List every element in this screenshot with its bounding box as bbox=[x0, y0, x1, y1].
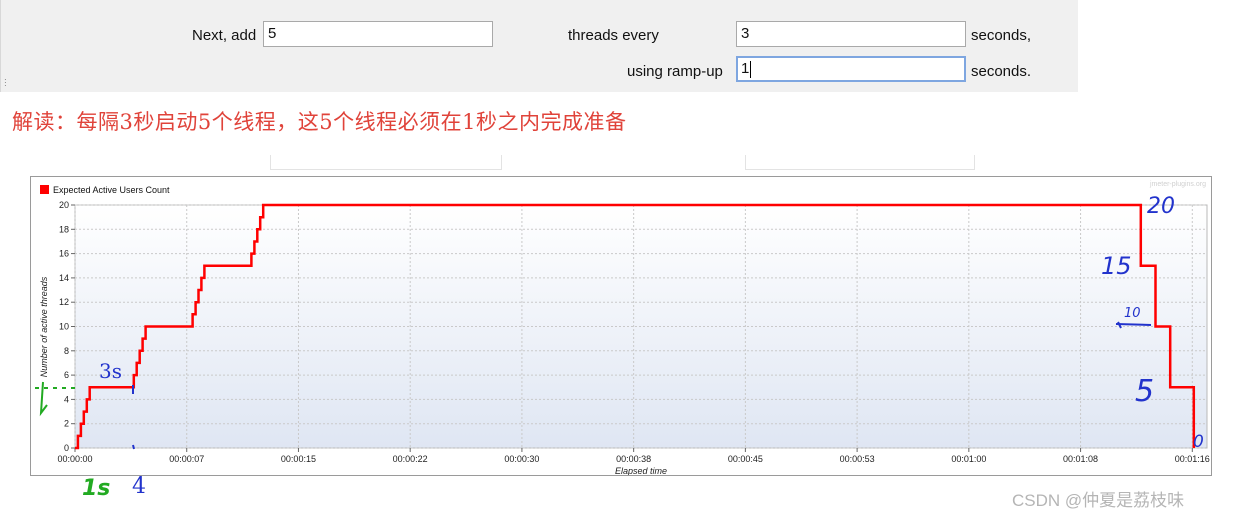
y-tick-label: 14 bbox=[59, 273, 69, 283]
resize-grip-icon[interactable]: · · · bbox=[4, 76, 7, 90]
x-tick-label: 00:00:00 bbox=[57, 454, 92, 464]
ramp-up-input[interactable]: 1 bbox=[736, 56, 966, 82]
underlying-field-edge bbox=[745, 155, 975, 170]
thread-schedule-panel: Next, add 5 threads every 3 seconds, usi… bbox=[0, 0, 1078, 92]
x-tick-label: 00:00:30 bbox=[504, 454, 539, 464]
active-threads-chart: 0 2 4 6 8 10 12 14 16 18 20 00:00:00 00:00:07 00:00:… bbox=[30, 176, 1212, 476]
handwritten-0: 0 bbox=[1193, 432, 1204, 452]
y-tick-label: 4 bbox=[64, 394, 69, 404]
y-tick-label: 12 bbox=[59, 297, 69, 307]
handwritten-3s: 3s bbox=[99, 359, 122, 383]
threads-every-label: threads every bbox=[568, 27, 659, 44]
source-mark: jmeter-plugins.org bbox=[1149, 181, 1206, 188]
next-add-label: Next, add bbox=[192, 27, 257, 44]
handwriting-green bbox=[35, 381, 79, 417]
y-tick-label: 8 bbox=[64, 346, 69, 356]
text-caret bbox=[750, 60, 752, 78]
x-tick-label: 00:00:53 bbox=[840, 454, 875, 464]
handwritten-15: 15 bbox=[1101, 252, 1132, 280]
threads-every-input[interactable]: 3 bbox=[736, 21, 966, 47]
underlying-field-edge bbox=[270, 155, 502, 170]
ramp-up-value: 1 bbox=[741, 60, 750, 77]
y-tick-label: 2 bbox=[64, 419, 69, 429]
chart-svg: 02468101214161820 00:00:00 00:00:07 00:00:… bbox=[35, 181, 1210, 475]
x-tick-label: 00:01:08 bbox=[1063, 454, 1098, 464]
y-tick-label: 10 bbox=[59, 322, 69, 332]
next-add-input[interactable]: 5 bbox=[263, 21, 493, 47]
csdn-watermark: CSDN @仲夏是荔枝味 bbox=[1012, 491, 1185, 510]
y-tick-label: 6 bbox=[64, 370, 69, 380]
annotation-text: 解读：每隔3秒启动5个线程，这5个线程必须在1秒之内完成准备 bbox=[12, 110, 627, 134]
y-tick-label: 16 bbox=[59, 249, 69, 259]
threads-every-value: 3 bbox=[741, 25, 750, 42]
y-axis-label: Number of active threads bbox=[39, 276, 49, 377]
next-add-value: 5 bbox=[268, 25, 277, 42]
x-tick-label: 00:00:45 bbox=[728, 454, 763, 464]
handwritten-1s: 1s bbox=[82, 476, 111, 501]
y-tick-label: 0 bbox=[64, 443, 69, 453]
x-tick-label: 00:01:16 bbox=[1175, 454, 1210, 464]
x-tick-label: 00:00:07 bbox=[169, 454, 204, 464]
x-axis-label: Elapsed time bbox=[615, 466, 667, 475]
x-tick-label: 00:00:22 bbox=[393, 454, 428, 464]
legend-label: Expected Active Users Count bbox=[53, 185, 170, 195]
y-tick-label: 18 bbox=[59, 224, 69, 234]
y-ticks: 0 2 4 6 8 10 12 14 16 18 20 bbox=[59, 200, 75, 453]
handwritten-20: 20 bbox=[1147, 194, 1175, 219]
handwritten-10: 10 bbox=[1124, 306, 1141, 321]
legend-swatch bbox=[40, 185, 49, 194]
ramp-up-label: using ramp-up bbox=[627, 63, 723, 80]
x-tick-label: 00:00:38 bbox=[616, 454, 651, 464]
handwritten-4: 4 bbox=[132, 474, 146, 499]
x-ticks: 00:00:00 00:00:07 00:00:15 00:00:22 00:00:30… bbox=[57, 448, 1210, 464]
seconds-label-2: seconds. bbox=[971, 63, 1032, 80]
x-tick-label: 00:00:15 bbox=[281, 454, 316, 464]
handwritten-5: 5 bbox=[1135, 374, 1154, 409]
x-tick-label: 00:01:00 bbox=[951, 454, 986, 464]
y-tick-label: 20 bbox=[59, 200, 69, 210]
seconds-label-1: seconds, bbox=[971, 27, 1032, 44]
